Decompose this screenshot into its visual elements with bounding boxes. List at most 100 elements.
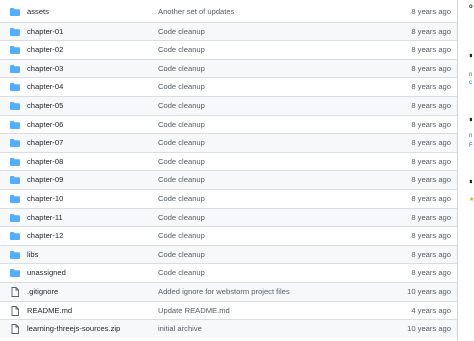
commit-age: 8 years ago xyxy=(411,212,451,222)
commit-message-link[interactable]: Another set of updates xyxy=(158,7,234,16)
commit-age: 8 years ago xyxy=(411,101,451,110)
file-name-link[interactable]: chapter-12 xyxy=(27,231,63,240)
file-list-table: assets Another set of updates 8 years ago c… xyxy=(0,0,458,341)
commit-age: 8 years ago xyxy=(411,156,451,166)
folder-row[interactable]: chapter-11 Code cleanup 8 years ago xyxy=(0,207,457,227)
commit-message-link[interactable]: Code cleanup xyxy=(158,268,205,277)
sidebar-fragment: o xyxy=(469,4,473,10)
folder-icon xyxy=(10,64,20,73)
folder-icon xyxy=(10,120,20,129)
commit-message-link[interactable]: Code cleanup xyxy=(158,120,205,129)
file-name-link[interactable]: .gitignore xyxy=(27,287,58,296)
folder-icon xyxy=(10,232,20,241)
file-name-link[interactable]: unassigned xyxy=(27,268,66,277)
folder-icon xyxy=(10,8,20,16)
folder-icon xyxy=(10,139,20,148)
folder-row[interactable]: assets Another set of updates 8 years ago xyxy=(0,3,457,22)
folder-icon xyxy=(10,250,20,259)
folder-icon xyxy=(10,195,20,203)
commit-message-link[interactable]: Code cleanup xyxy=(158,82,205,91)
file-icon xyxy=(10,287,20,297)
folder-row[interactable]: chapter-03 Code cleanup 8 years ago xyxy=(0,58,457,78)
commit-age: 8 years ago xyxy=(411,249,451,259)
commit-age: 8 years ago xyxy=(411,138,451,148)
file-icon xyxy=(10,305,20,316)
file-name-link[interactable]: chapter-07 xyxy=(27,138,63,147)
commit-message-link[interactable]: Code cleanup xyxy=(158,231,205,240)
sidebar-fragment: c xyxy=(469,80,472,86)
folder-icon xyxy=(10,46,20,55)
commit-message-link[interactable]: Code cleanup xyxy=(158,157,205,166)
folder-row[interactable]: chapter-04 Code cleanup 8 years ago xyxy=(0,77,457,96)
commit-age: 8 years ago xyxy=(411,26,451,36)
file-name-link[interactable]: chapter-08 xyxy=(27,157,63,166)
commit-message-link[interactable]: Added ignore for webstorm project files xyxy=(158,287,290,296)
commit-age: 8 years ago xyxy=(411,45,451,55)
commit-age: 4 years ago xyxy=(411,305,451,315)
folder-icon xyxy=(10,176,20,185)
commit-message-link[interactable]: Code cleanup xyxy=(158,213,205,222)
commit-message-link[interactable]: initial archive xyxy=(158,324,202,333)
folder-row[interactable]: chapter-07 Code cleanup 8 years ago xyxy=(0,133,457,152)
file-name-link[interactable]: learning-threejs-sources.zip xyxy=(27,324,120,333)
commit-message-link[interactable]: Code cleanup xyxy=(158,138,205,147)
file-name-link[interactable]: libs xyxy=(27,250,38,259)
folder-row[interactable]: chapter-05 Code cleanup 8 years ago xyxy=(0,96,457,115)
commit-message-link[interactable]: Update README.md xyxy=(158,306,230,315)
file-name-link[interactable]: chapter-06 xyxy=(27,120,63,129)
sidebar-fragment: ∎ xyxy=(469,53,473,59)
commit-message-link[interactable]: Code cleanup xyxy=(158,45,205,54)
folder-row[interactable]: chapter-02 Code cleanup 8 years ago xyxy=(0,40,457,59)
file-name-link[interactable]: chapter-01 xyxy=(27,27,63,36)
folder-row[interactable]: chapter-06 Code cleanup 8 years ago xyxy=(0,114,457,134)
commit-message-link[interactable]: Code cleanup xyxy=(158,194,205,203)
file-row[interactable]: README.md Update README.md 4 years ago xyxy=(0,300,457,320)
folder-icon xyxy=(10,83,20,92)
commit-message-link[interactable]: Code cleanup xyxy=(158,250,205,259)
file-icon xyxy=(10,324,20,335)
folder-icon xyxy=(10,27,20,36)
commit-message-link[interactable]: Code cleanup xyxy=(158,101,205,110)
file-name-link[interactable]: README.md xyxy=(27,306,72,315)
commit-message-link[interactable]: Code cleanup xyxy=(158,27,205,36)
folder-row[interactable]: chapter-01 Code cleanup 8 years ago xyxy=(0,21,457,41)
file-name-link[interactable]: chapter-02 xyxy=(27,45,63,54)
file-name-link[interactable]: chapter-05 xyxy=(27,101,63,110)
sidebar-fragment: ∎ xyxy=(469,117,473,123)
commit-message-link[interactable]: Code cleanup xyxy=(158,64,205,73)
commit-age: 8 years ago xyxy=(411,7,451,16)
file-name-link[interactable]: chapter-04 xyxy=(27,82,63,91)
commit-age: 8 years ago xyxy=(411,63,451,73)
folder-row[interactable]: chapter-10 Code cleanup 8 years ago xyxy=(0,189,457,208)
sidebar-fragment: n xyxy=(469,72,473,78)
sidebar-fragment: ∎ xyxy=(469,179,473,185)
file-name-link[interactable]: assets xyxy=(27,7,49,16)
file-name-link[interactable]: chapter-11 xyxy=(27,213,63,222)
commit-age: 8 years ago xyxy=(411,231,451,241)
folder-icon xyxy=(10,102,20,110)
commit-age: 10 years ago xyxy=(407,287,451,296)
commit-age: 8 years ago xyxy=(411,175,451,185)
folder-icon xyxy=(10,157,20,166)
commit-age: 8 years ago xyxy=(411,82,451,92)
folder-icon xyxy=(10,269,20,278)
sidebar-fragment: ★ xyxy=(469,197,474,203)
folder-row[interactable]: libs Code cleanup 8 years ago xyxy=(0,244,457,264)
folder-row[interactable]: chapter-09 Code cleanup 8 years ago xyxy=(0,170,457,189)
folder-row[interactable]: unassigned Code cleanup 8 years ago xyxy=(0,263,457,282)
folder-row[interactable]: chapter-12 Code cleanup 8 years ago xyxy=(0,226,457,245)
folder-row[interactable]: chapter-08 Code cleanup 8 years ago xyxy=(0,151,457,171)
commit-age: 10 years ago xyxy=(407,324,451,334)
file-name-link[interactable]: chapter-03 xyxy=(27,64,63,73)
commit-message-link[interactable]: Code cleanup xyxy=(158,175,205,184)
file-row[interactable]: .gitignore Added ignore for webstorm proj… xyxy=(0,282,457,301)
file-name-link[interactable]: chapter-10 xyxy=(27,194,63,203)
file-row[interactable]: learning-threejs-sources.zip initial arch… xyxy=(0,319,457,338)
commit-age: 8 years ago xyxy=(411,119,451,129)
folder-icon xyxy=(10,213,20,222)
commit-age: 8 years ago xyxy=(411,268,451,278)
commit-age: 8 years ago xyxy=(411,194,451,203)
sidebar-fragment: F xyxy=(469,143,473,149)
sidebar-partial: o ∎ n c ∎ n F ∎ ★ xyxy=(459,0,474,341)
file-name-link[interactable]: chapter-09 xyxy=(27,175,63,184)
